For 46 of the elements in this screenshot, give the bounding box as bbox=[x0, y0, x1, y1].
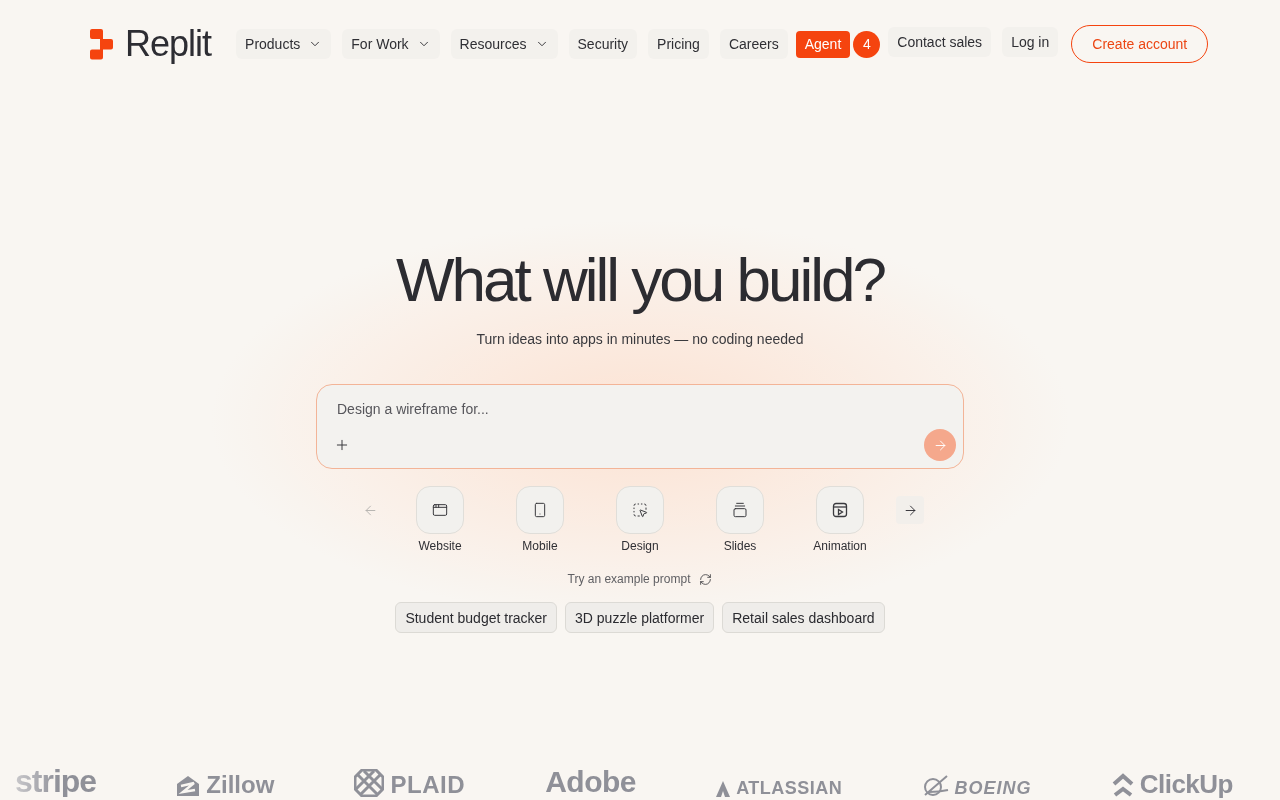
company-logo-text: BOEING bbox=[954, 779, 1032, 797]
arrow-right-icon bbox=[902, 502, 918, 518]
dashed-square-pointer-icon bbox=[616, 486, 664, 534]
category-button[interactable]: Slides bbox=[700, 486, 780, 553]
agent-button[interactable]: Agent bbox=[795, 30, 851, 58]
nav-dropdown-button[interactable]: For Work bbox=[342, 29, 440, 59]
nav-dropdown-button[interactable]: Products bbox=[236, 29, 332, 59]
refresh-button[interactable] bbox=[698, 572, 713, 586]
count-badge: 4 bbox=[853, 30, 881, 58]
next-button[interactable] bbox=[896, 496, 924, 524]
example-prompt-chip[interactable]: Student budget tracker bbox=[395, 602, 558, 633]
nav-link[interactable]: Security bbox=[568, 29, 638, 59]
phone-icon bbox=[516, 486, 564, 534]
plus-icon bbox=[334, 437, 350, 453]
nav-link[interactable]: Careers bbox=[719, 29, 788, 59]
nav-link[interactable]: Contact sales bbox=[888, 27, 992, 57]
company-logo-text: PLAID bbox=[390, 773, 465, 797]
logo-mark-icon bbox=[90, 28, 113, 60]
chevron-up-icon bbox=[1111, 773, 1134, 797]
company-logo-text: ATLASSIAN bbox=[736, 779, 843, 797]
hero-subtitle: Turn ideas into apps in minutes — no coding needed bbox=[476, 330, 804, 349]
example-prompt-chip[interactable]: Retail sales dashboard bbox=[722, 602, 885, 633]
company-logo-text: Zillow bbox=[206, 773, 275, 797]
nav-link[interactable]: Log in bbox=[1002, 27, 1059, 57]
category-button[interactable]: Mobile bbox=[500, 486, 580, 553]
house-icon bbox=[176, 775, 201, 797]
prompt-input[interactable]: Design a wireframe for... bbox=[332, 398, 932, 420]
example-prompt-label: Try an example prompt bbox=[567, 572, 691, 586]
category-button[interactable]: Design bbox=[600, 486, 680, 553]
triangle-icon bbox=[716, 781, 731, 797]
stacked-cards-icon bbox=[716, 486, 764, 534]
category-button[interactable]: Website bbox=[400, 486, 480, 553]
refresh-icon bbox=[698, 572, 712, 586]
arrow-right-icon bbox=[932, 437, 948, 453]
hero-title: What will you build? bbox=[396, 246, 884, 314]
nav-link[interactable]: Pricing bbox=[648, 29, 709, 59]
nav-dropdown-button[interactable]: Resources bbox=[450, 29, 558, 59]
logo-link[interactable]: Replit bbox=[90, 23, 212, 65]
browser-window-icon bbox=[416, 486, 464, 534]
lattice-icon bbox=[354, 769, 385, 797]
company-logo-text: ClickUp bbox=[1139, 771, 1233, 797]
play-window-icon bbox=[816, 486, 864, 534]
circle-swoosh-icon bbox=[922, 775, 949, 797]
category-button[interactable]: Animation bbox=[800, 486, 880, 553]
example-prompt-chip[interactable]: 3D puzzle platformer bbox=[565, 602, 715, 633]
company-logo-text: Adobe bbox=[545, 767, 636, 797]
